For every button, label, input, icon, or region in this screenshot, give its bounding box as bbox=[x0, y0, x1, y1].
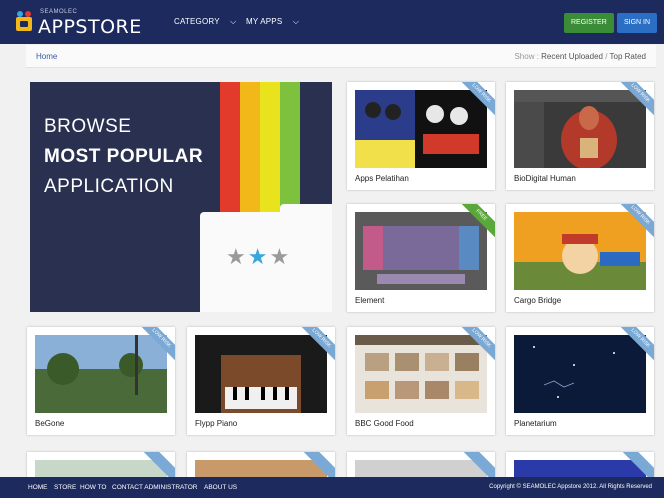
nav-my-apps-label: MY APPS bbox=[246, 17, 283, 26]
copyright-text: Copyright © SEAMOLEC Appstore 2012. All … bbox=[489, 484, 652, 490]
hero-banner[interactable]: ★★★ BROWSE MOST POPULAR APPLICATION bbox=[30, 82, 332, 312]
app-thumbnail-art bbox=[355, 90, 487, 168]
footer-link-contact-administrator[interactable]: CONTACT ADMINISTRATOR bbox=[112, 484, 197, 491]
sort-options: Show : Recent Uploaded / Top Rated bbox=[514, 52, 646, 61]
rating-stars: ★★★ bbox=[226, 244, 291, 270]
hero-line-browse: BROWSE bbox=[44, 116, 132, 137]
app-thumbnail-art bbox=[533, 346, 615, 398]
app-thumbnail bbox=[514, 212, 646, 290]
sort-top-rated[interactable]: Top Rated bbox=[610, 52, 646, 61]
app-title: BeGone bbox=[35, 419, 65, 428]
logo-title[interactable]: APPSTORE bbox=[38, 16, 142, 38]
sort-recent-uploaded[interactable]: Recent Uploaded bbox=[541, 52, 603, 61]
sort-separator: / bbox=[605, 52, 608, 61]
footer-link-about-us[interactable]: ABOUT US bbox=[204, 484, 237, 491]
app-card-bbc-good-food[interactable]: BBC Good Food LOW RISK bbox=[347, 327, 495, 435]
app-thumbnail bbox=[355, 335, 487, 413]
app-thumbnail bbox=[514, 335, 646, 413]
footer-link-store[interactable]: STORE bbox=[54, 484, 76, 491]
app-card-flypp-piano[interactable]: Flypp Piano LOW RISK bbox=[187, 327, 335, 435]
app-title: BioDigital Human bbox=[514, 174, 576, 183]
app-title: Apps Pelatihan bbox=[355, 174, 409, 183]
sign-in-button[interactable]: SIGN IN bbox=[617, 13, 658, 33]
star-icon: ★ bbox=[269, 244, 292, 269]
app-card-apps-pelatihan[interactable]: Apps Pelatihan LOW RISK bbox=[347, 82, 495, 190]
footer-link-home[interactable]: HOME bbox=[28, 484, 48, 491]
app-card-element[interactable]: Element FREE bbox=[347, 204, 495, 312]
app-thumbnail bbox=[514, 90, 646, 168]
nav-category-label: CATEGORY bbox=[174, 17, 220, 26]
app-thumbnail bbox=[355, 212, 487, 290]
logo-subtitle: SEAMOLEC bbox=[40, 9, 78, 15]
star-icon: ★ bbox=[247, 244, 270, 269]
nav-category[interactable]: CATEGORY ⌵ bbox=[174, 17, 236, 27]
app-thumbnail bbox=[355, 90, 487, 168]
chevron-down-icon: ⌵ bbox=[292, 17, 300, 26]
app-card-cargo-bridge[interactable]: Cargo Bridge LOW RISK bbox=[506, 204, 654, 312]
footer-link-how-to[interactable]: HOW TO bbox=[80, 484, 106, 491]
app-title: Element bbox=[355, 296, 385, 305]
app-card-planetarium[interactable]: Planetarium LOW RISK bbox=[506, 327, 654, 435]
hero-line-application: APPLICATION bbox=[44, 176, 174, 197]
nav-my-apps[interactable]: MY APPS ⌵ bbox=[246, 17, 299, 27]
breadcrumb-home[interactable]: Home bbox=[36, 52, 57, 61]
sort-show-label: Show : bbox=[514, 52, 539, 61]
hero-line-most-popular: MOST POPULAR bbox=[44, 146, 204, 167]
top-navbar: SEAMOLEC APPSTORE CATEGORY ⌵ MY APPS ⌵ R… bbox=[0, 0, 664, 44]
app-card-begone[interactable]: BeGone LOW RISK bbox=[27, 327, 175, 435]
footer: HOME STORE HOW TO CONTACT ADMINISTRATOR … bbox=[0, 477, 664, 498]
app-title: Cargo Bridge bbox=[514, 296, 562, 305]
app-thumbnail bbox=[195, 335, 327, 413]
app-thumbnail bbox=[35, 335, 167, 413]
app-thumbnail-art bbox=[514, 90, 646, 168]
appstore-logo-icon bbox=[16, 11, 32, 31]
app-card-biodigital-human[interactable]: BioDigital Human LOW RISK bbox=[506, 82, 654, 190]
app-thumbnail-art bbox=[514, 234, 646, 290]
chevron-down-icon: ⌵ bbox=[230, 17, 237, 26]
breadcrumb: Home Show : Recent Uploaded / Top Rated bbox=[26, 45, 656, 68]
app-thumbnail-art bbox=[35, 335, 167, 413]
star-icon: ★ bbox=[226, 244, 248, 269]
app-thumbnail-art bbox=[363, 226, 479, 284]
app-title: Planetarium bbox=[514, 419, 557, 428]
app-title: Flypp Piano bbox=[195, 419, 238, 428]
app-thumbnail-art bbox=[355, 335, 487, 399]
register-button[interactable]: REGISTER bbox=[564, 13, 614, 33]
app-thumbnail-art bbox=[221, 355, 301, 413]
app-title: BBC Good Food bbox=[355, 419, 414, 428]
